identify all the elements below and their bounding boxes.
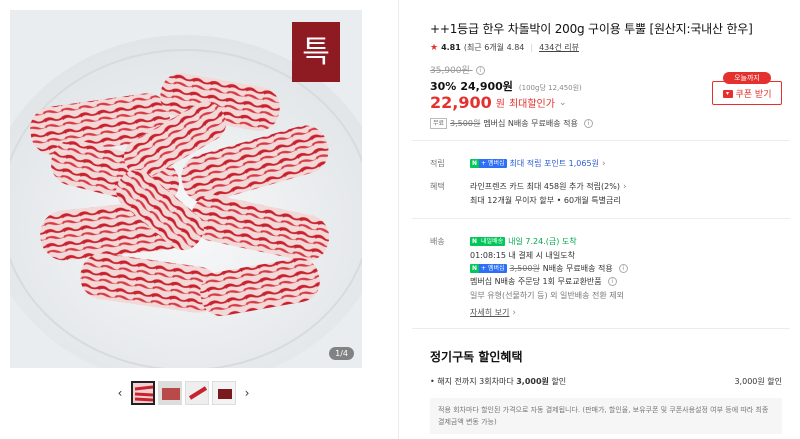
rating-separator: | bbox=[530, 43, 534, 52]
delivery-cutoff: 01:08:15 내 결제 시 내일도착 bbox=[470, 251, 575, 260]
chevron-right-icon[interactable]: › bbox=[623, 182, 627, 192]
main-product-image[interactable]: 특 1/4 bbox=[10, 10, 362, 368]
thumbnail-1[interactable] bbox=[131, 381, 155, 405]
info-icon[interactable]: i bbox=[475, 66, 485, 75]
product-gallery: 특 1/4 ‹ › bbox=[0, 0, 398, 439]
rating-recent: (최근 6개월 4.84 bbox=[463, 43, 525, 52]
shipping-free-badge: 무료 bbox=[430, 118, 448, 129]
sale-price-row: 30% 24,900원 (100g당 12,450원) bbox=[430, 78, 582, 94]
shipping-summary: 무료 3,500원 멤버십 N배송 무료배송 적용 i bbox=[430, 118, 593, 129]
info-icon[interactable]: i bbox=[618, 264, 628, 273]
thumb-next-arrow[interactable]: › bbox=[239, 386, 255, 400]
thumb-prev-arrow[interactable]: ‹ bbox=[112, 386, 128, 400]
image-counter: 1/4 bbox=[329, 347, 354, 360]
sale-price: 24,900원 bbox=[460, 80, 513, 93]
column-divider bbox=[398, 0, 399, 439]
shipping-text: 멤버십 N배송 무료배송 적용 bbox=[483, 119, 578, 128]
chevron-right-icon: › bbox=[601, 158, 606, 169]
subscription-note: 적용 회차마다 할인된 가격으로 자동 결제됩니다. (판매가, 할인율, 보유… bbox=[430, 398, 782, 434]
card-benefit-line2: 최대 12개월 무이자 할부 • 60개월 특별금리 bbox=[470, 195, 621, 206]
subscription-title: 정기구독 할인혜택 bbox=[430, 350, 523, 364]
coupon-deadline-badge: 오늘까지 bbox=[723, 72, 771, 84]
rating-score: 4.81 bbox=[441, 43, 461, 52]
max-discount-label: 최대할인가 bbox=[508, 99, 555, 110]
card-benefit-line1: 라인프렌즈 카드 최대 458원 추가 적립(2%) › bbox=[470, 181, 627, 192]
npay-badge: N + 멤버십 bbox=[470, 159, 507, 168]
rating-row: ★ 4.81 (최근 6개월 4.84 | 434건 리뷰 bbox=[430, 42, 579, 53]
max-discount-won: 원 bbox=[495, 99, 505, 110]
delivery-fee-text: N배송 무료배송 적용 bbox=[542, 264, 613, 273]
info-icon[interactable]: i bbox=[583, 119, 593, 128]
coupon-widget: 오늘까지 ▾ 쿠폰 받기 bbox=[712, 72, 782, 105]
thumbnail-3[interactable] bbox=[185, 381, 209, 405]
star-icon: ★ bbox=[430, 42, 439, 53]
section-divider bbox=[412, 140, 790, 141]
section-divider bbox=[412, 218, 790, 219]
delivery-eta: 내일 7.24.(금) 도착 bbox=[508, 237, 577, 246]
delivery-more-row[interactable]: 자세히 보기 › bbox=[470, 307, 516, 318]
coupon-icon: ▾ bbox=[722, 89, 733, 98]
review-count-link[interactable]: 434건 리뷰 bbox=[539, 42, 579, 53]
delivery-badge: N 내일배송 bbox=[470, 237, 506, 246]
card-benefit-text1: 라인프렌즈 카드 최대 458원 추가 적립(2%) bbox=[470, 182, 620, 191]
points-row[interactable]: N + 멤버십 최대 적립 포인트 1,065원 › bbox=[470, 158, 606, 169]
delivery-old-fee: 3,500원 bbox=[509, 264, 540, 273]
max-discount-row[interactable]: 22,900 원 최대할인가 ⌄ bbox=[430, 93, 567, 112]
points-text: 최대 적립 포인트 1,065원 bbox=[509, 159, 599, 168]
delivery-return-text: 멤버십 N배송 주문당 1회 무료교환반품 bbox=[470, 277, 602, 286]
unit-price: (100g당 12,450원) bbox=[518, 84, 582, 92]
product-title: ++1등급 한우 차돌박이 200g 구이용 투뿔 [원산지:국내산 한우] bbox=[430, 22, 753, 36]
thumbnail-strip: ‹ › bbox=[112, 381, 255, 405]
card-benefit-text2: 최대 12개월 무이자 할부 • 60개월 특별금리 bbox=[470, 196, 621, 205]
thumbnail-2[interactable] bbox=[158, 381, 182, 405]
discount-rate: 30% bbox=[430, 80, 457, 93]
delivery-fee-row: N + 멤버십 3,500원 N배송 무료배송 적용 i bbox=[470, 263, 628, 274]
delivery-label: 배송 bbox=[430, 237, 445, 246]
delivery-return-row: 멤버십 N배송 주문당 1회 무료교환반품 i bbox=[470, 276, 617, 287]
product-details: ++1등급 한우 차돌박이 200g 구이용 투뿔 [원산지:국내산 한우] ★… bbox=[412, 0, 790, 439]
delivery-exclude-text: 일부 유형(선물하기 등) 외 일반배송 전환 제외 bbox=[470, 291, 624, 300]
npay-badge: N + 멤버십 bbox=[470, 264, 507, 273]
card-benefit-label: 혜택 bbox=[430, 182, 445, 191]
subscription-row: • 해지 전까지 3회차마다 3,000원 할인 3,000원 할인 bbox=[430, 376, 782, 387]
max-discount-price: 22,900 bbox=[430, 93, 492, 112]
chevron-right-icon: › bbox=[512, 307, 516, 318]
points-label: 적립 bbox=[430, 159, 445, 168]
original-price-row: 35,900원 i bbox=[430, 63, 485, 76]
original-price: 35,900원 bbox=[430, 66, 470, 76]
subscription-row-left: • 해지 전까지 3회차마다 3,000원 할인 bbox=[430, 377, 567, 386]
chevron-down-icon[interactable]: ⌄ bbox=[559, 98, 567, 108]
info-icon[interactable]: i bbox=[607, 277, 617, 286]
delivery-more-link[interactable]: 자세히 보기 bbox=[470, 307, 509, 318]
coupon-button-label: 쿠폰 받기 bbox=[735, 90, 772, 100]
brand-logo-text: 특 bbox=[302, 35, 330, 70]
coupon-download-button[interactable]: ▾ 쿠폰 받기 bbox=[712, 81, 782, 105]
thumbnail-4[interactable] bbox=[212, 381, 236, 405]
section-divider bbox=[412, 328, 790, 329]
subscription-row-right: 3,000원 할인 bbox=[734, 377, 782, 386]
shipping-old-fee: 3,500원 bbox=[450, 119, 481, 128]
delivery-eta-row: N 내일배송 내일 7.24.(금) 도착 bbox=[470, 236, 577, 247]
